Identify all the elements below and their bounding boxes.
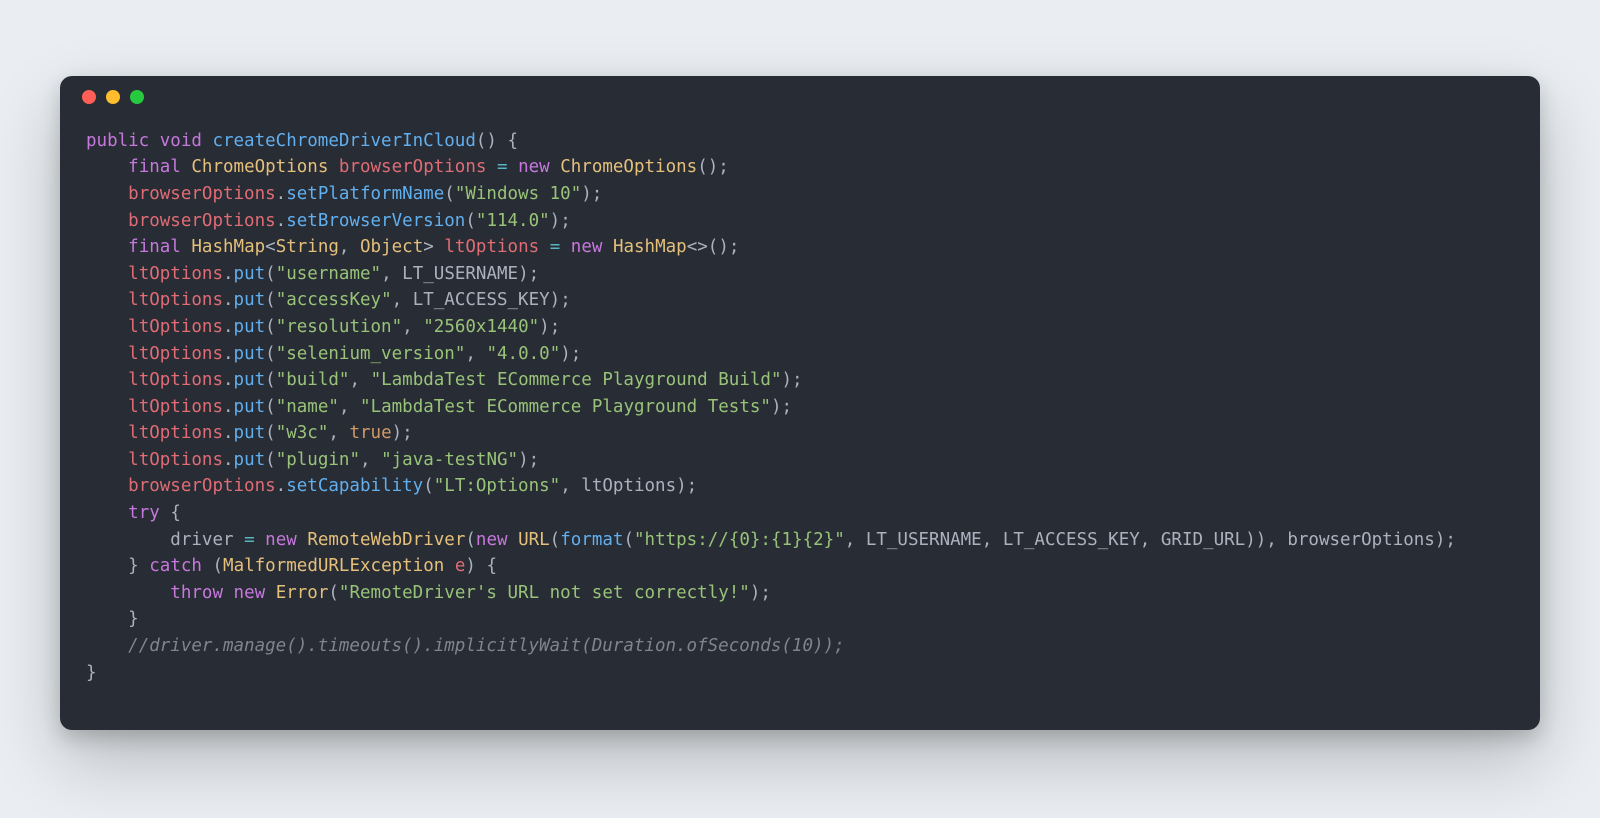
v-build: LambdaTest ECommerce Playground Build xyxy=(381,370,771,390)
k-sel: selenium_version xyxy=(286,344,455,364)
v-sel: 4.0.0 xyxy=(497,344,550,364)
var-ltoptions: ltOptions xyxy=(444,237,539,257)
v-w3c: true xyxy=(349,423,391,443)
lt-5: ltOptions xyxy=(128,370,223,390)
v-name: LambdaTest ECommerce Playground Tests xyxy=(371,397,761,417)
k-w3c: w3c xyxy=(286,423,318,443)
v-username: LT_USERNAME xyxy=(402,264,518,284)
arg1: LT_USERNAME xyxy=(866,530,982,550)
str-platform: Windows 10 xyxy=(465,184,570,204)
type-exception: MalformedURLException xyxy=(223,556,444,576)
k-plugin: plugin xyxy=(286,450,349,470)
var-e: e xyxy=(455,556,466,576)
v-access: LT_ACCESS_KEY xyxy=(413,290,550,310)
keyword-public-void: public void xyxy=(86,131,202,151)
k-build: build xyxy=(286,370,339,390)
arg-browseroptions: browserOptions xyxy=(1287,530,1435,550)
var-browseroptions: browserOptions xyxy=(339,157,487,177)
v-plugin: java-testNG xyxy=(392,450,508,470)
v-cap: ltOptions xyxy=(581,476,676,496)
type-error: Error xyxy=(276,583,329,603)
lt-7: ltOptions xyxy=(128,423,223,443)
str-version: 114.0 xyxy=(486,211,539,231)
comment-line: //driver.manage().timeouts().implicitlyW… xyxy=(128,636,844,656)
type-url: URL xyxy=(518,530,550,550)
k-username: username xyxy=(286,264,370,284)
arg3: GRID_URL xyxy=(1161,530,1245,550)
fn-format: format xyxy=(560,530,623,550)
ref-browseroptions: browserOptions xyxy=(128,184,276,204)
ref-browseroptions-3: browserOptions xyxy=(128,476,276,496)
code-window: public void createChromeDriverInCloud() … xyxy=(60,76,1540,730)
lt-3: ltOptions xyxy=(128,317,223,337)
type-chromeoptions: ChromeOptions xyxy=(191,157,328,177)
method-name: createChromeDriverInCloud xyxy=(212,131,475,151)
k-res: resolution xyxy=(286,317,391,337)
k-cap: LT:Options xyxy=(444,476,549,496)
type-remotewebdriver: RemoteWebDriver xyxy=(307,530,465,550)
url-template: https://{0}:{1}{2} xyxy=(645,530,835,550)
window-titlebar xyxy=(60,76,1540,118)
lt-8: ltOptions xyxy=(128,450,223,470)
lt-2: ltOptions xyxy=(128,290,223,310)
lt-4: ltOptions xyxy=(128,344,223,364)
k-access: accessKey xyxy=(286,290,381,310)
ref-browseroptions-2: browserOptions xyxy=(128,211,276,231)
k-name: name xyxy=(286,397,328,417)
v-res: 2560x1440 xyxy=(434,317,529,337)
ctor-chromeoptions: ChromeOptions xyxy=(560,157,697,177)
code-block: public void createChromeDriverInCloud() … xyxy=(60,118,1540,730)
lt-6: ltOptions xyxy=(128,397,223,417)
close-icon[interactable] xyxy=(82,90,96,104)
throw-msg: RemoteDriver's URL not set correctly! xyxy=(349,583,739,603)
lt-1: ltOptions xyxy=(128,264,223,284)
var-driver: driver xyxy=(170,530,233,550)
minimize-icon[interactable] xyxy=(106,90,120,104)
arg2: LT_ACCESS_KEY xyxy=(1003,530,1140,550)
zoom-icon[interactable] xyxy=(130,90,144,104)
